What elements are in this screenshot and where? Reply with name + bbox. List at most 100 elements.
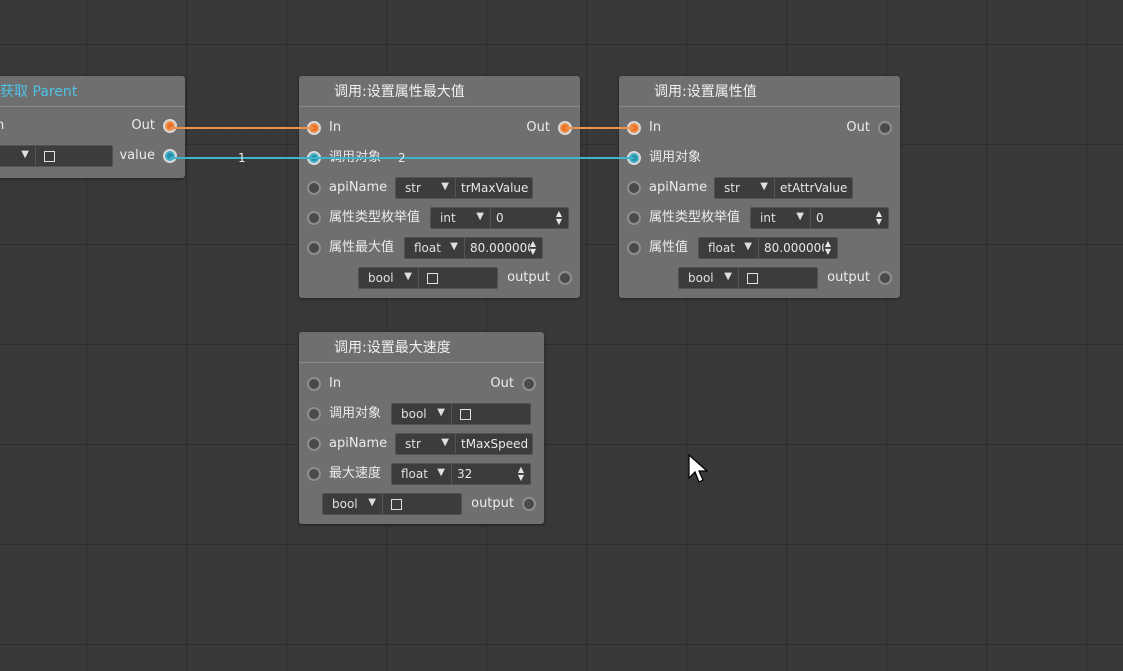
output-combo[interactable]: bool ▼ — [322, 493, 462, 515]
exec-in-port[interactable] — [307, 121, 321, 135]
apiname-value[interactable]: etAttrValue — [775, 181, 847, 195]
enum-port[interactable] — [307, 211, 321, 225]
apiname-port[interactable] — [307, 437, 321, 451]
target-port[interactable] — [307, 151, 321, 165]
apiname-combo[interactable]: str ▼ tMaxSpeed — [395, 433, 533, 455]
out-label: Out — [846, 120, 870, 135]
enum-combo[interactable]: int ▼ 0 ▲ ▼ — [430, 207, 569, 229]
exec-in-port[interactable] — [627, 121, 641, 135]
exec-out-port[interactable] — [522, 377, 536, 391]
node-header[interactable]: 获取 Parent — [0, 76, 185, 107]
type-value: bool — [688, 271, 714, 285]
enum-combo[interactable]: int ▼ 0 ▲ ▼ — [750, 207, 889, 229]
out-label: Out — [131, 118, 155, 133]
type-select[interactable]: bool ▼ — [323, 494, 383, 514]
spinner-icon[interactable]: ▲ ▼ — [556, 210, 562, 226]
type-select[interactable]: bool ▼ — [359, 268, 419, 288]
speed-label: 最大速度 — [329, 466, 382, 481]
speed-value[interactable]: 32 — [452, 467, 472, 481]
type-select[interactable]: float ▼ — [392, 464, 452, 484]
data-out-port[interactable] — [163, 149, 177, 163]
type-select[interactable]: str ▼ — [715, 178, 775, 198]
bool-checkbox[interactable] — [44, 150, 55, 162]
enum-label: 属性类型枚举值 — [649, 210, 741, 225]
output-port[interactable] — [522, 497, 536, 511]
output-label: output — [507, 270, 550, 285]
node-title: 获取 Parent — [0, 84, 78, 100]
exec-in-port[interactable] — [307, 377, 321, 391]
apiname-combo[interactable]: str ▼ trMaxValue — [395, 177, 533, 199]
chevron-down-icon: ▼ — [21, 149, 29, 160]
type-combo[interactable]: ol ▼ — [0, 145, 113, 167]
node-header[interactable]: 调用:设置属性值 — [619, 76, 900, 107]
type-value: str — [405, 437, 421, 451]
type-select[interactable]: bool ▼ — [392, 404, 452, 424]
exec-out-port[interactable] — [558, 121, 572, 135]
type-select[interactable]: float ▼ — [405, 238, 465, 258]
output-combo[interactable]: bool ▼ — [678, 267, 818, 289]
target-combo[interactable]: bool ▼ — [391, 403, 531, 425]
bool-checkbox[interactable] — [391, 498, 402, 510]
enum-value[interactable]: 0 — [811, 211, 824, 225]
chevron-down-icon: ▼ — [760, 181, 768, 192]
node-set-attr-value[interactable]: 调用:设置属性值 In Out 调用对象 apiName str ▼ etAtt… — [619, 76, 900, 298]
type-select[interactable]: str ▼ — [396, 178, 456, 198]
bool-checkbox[interactable] — [460, 408, 471, 420]
in-label: In — [649, 120, 662, 135]
node-set-attr-max[interactable]: 调用:设置属性最大值 In Out 调用对象 apiName str ▼ trM… — [299, 76, 580, 298]
apiname-label: apiName — [649, 180, 708, 195]
max-value[interactable]: 80.000000 — [465, 241, 530, 255]
target-port[interactable] — [627, 151, 641, 165]
apiname-port[interactable] — [627, 181, 641, 195]
node-header[interactable]: 调用:设置属性最大值 — [299, 76, 580, 107]
spinner-icon[interactable]: ▲ ▼ — [825, 240, 831, 256]
target-port[interactable] — [307, 407, 321, 421]
enum-port[interactable] — [627, 211, 641, 225]
type-value: bool — [368, 271, 394, 285]
chevron-down-icon: ▼ — [404, 271, 412, 282]
node-get-parent[interactable]: 获取 Parent n Out ol ▼ value — [0, 76, 185, 178]
value-value[interactable]: 80.000000 — [759, 241, 824, 255]
apiname-label: apiName — [329, 180, 388, 195]
in-label: n — [0, 118, 5, 133]
type-value: float — [708, 241, 735, 255]
exec-out-port[interactable] — [163, 119, 177, 133]
type-select[interactable]: ol ▼ — [0, 146, 36, 166]
in-label: In — [329, 120, 342, 135]
enum-value[interactable]: 0 — [491, 211, 504, 225]
value-label: 属性值 — [649, 240, 689, 255]
max-port[interactable] — [307, 241, 321, 255]
max-combo[interactable]: float ▼ 80.000000 ▲ ▼ — [404, 237, 543, 259]
output-combo[interactable]: bool ▼ — [358, 267, 498, 289]
chevron-down-icon: ▼ — [437, 467, 445, 478]
exec-out-port[interactable] — [878, 121, 892, 135]
speed-port[interactable] — [307, 467, 321, 481]
spinner-icon[interactable]: ▲ ▼ — [518, 466, 524, 482]
type-select[interactable]: float ▼ — [699, 238, 759, 258]
chevron-down-icon: ▼ — [441, 437, 449, 448]
bool-checkbox[interactable] — [427, 272, 438, 284]
in-label: In — [329, 376, 342, 391]
type-select[interactable]: str ▼ — [396, 434, 456, 454]
node-set-max-speed[interactable]: 调用:设置最大速度 In Out 调用对象 bool ▼ apiName str… — [299, 332, 544, 524]
node-header[interactable]: 调用:设置最大速度 — [299, 332, 544, 363]
chevron-down-icon: ▼ — [724, 271, 732, 282]
apiname-value[interactable]: tMaxSpeed — [456, 437, 528, 451]
type-select[interactable]: int ▼ — [751, 208, 811, 228]
type-select[interactable]: int ▼ — [431, 208, 491, 228]
value-combo[interactable]: float ▼ 80.000000 ▲ ▼ — [698, 237, 838, 259]
apiname-port[interactable] — [307, 181, 321, 195]
value-port[interactable] — [627, 241, 641, 255]
apiname-value[interactable]: trMaxValue — [456, 181, 528, 195]
type-select[interactable]: bool ▼ — [679, 268, 739, 288]
spinner-icon[interactable]: ▲ ▼ — [876, 210, 882, 226]
type-value: bool — [401, 407, 427, 421]
node-title: 调用:设置最大速度 — [334, 340, 451, 356]
output-port[interactable] — [558, 271, 572, 285]
output-port[interactable] — [878, 271, 892, 285]
apiname-combo[interactable]: str ▼ etAttrValue — [714, 177, 853, 199]
mouse-cursor-icon — [688, 454, 708, 483]
speed-combo[interactable]: float ▼ 32 ▲ ▼ — [391, 463, 531, 485]
spinner-icon[interactable]: ▲ ▼ — [530, 240, 536, 256]
bool-checkbox[interactable] — [747, 272, 758, 284]
